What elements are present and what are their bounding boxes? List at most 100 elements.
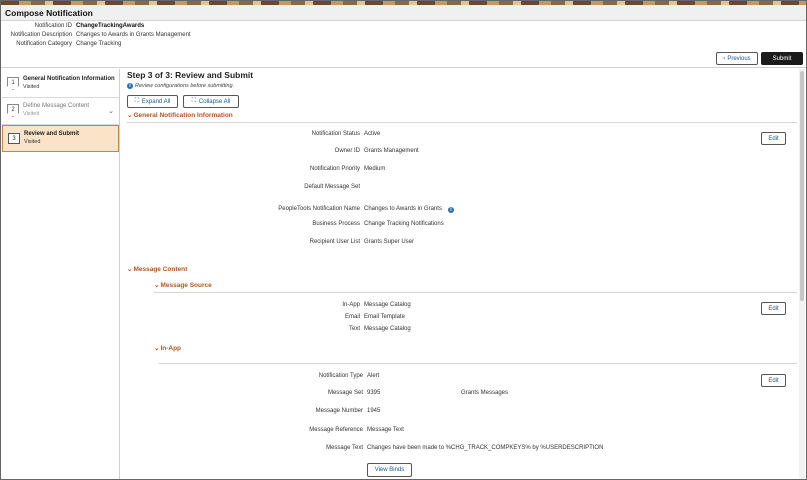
field-row: Message Set bbox=[121, 390, 363, 399]
field-row: Notification Type bbox=[121, 373, 363, 382]
header-row-notification-id: Notification ID ChangeTrackingAwards bbox=[1, 23, 261, 32]
view-binds-button[interactable]: View Binds bbox=[367, 463, 412, 477]
sidebar-step-define-message[interactable]: 2 Define Message Content Visited ⌄ bbox=[2, 98, 119, 125]
chevron-down-icon[interactable]: ⌄ bbox=[108, 107, 114, 115]
expand-all-button[interactable]: ⛶ Expand All bbox=[127, 95, 178, 108]
field-row: Text bbox=[121, 326, 360, 335]
field-label: Owner ID bbox=[334, 148, 360, 154]
expand-all-label: Expand All bbox=[141, 98, 171, 105]
edit-message-source-button[interactable]: Edit bbox=[761, 302, 786, 315]
field-label: PeopleTools Notification Name bbox=[278, 206, 360, 212]
field-value: Grants Management bbox=[364, 148, 419, 154]
notification-category-value: Change Tracking bbox=[76, 41, 122, 47]
field-label: Notification Type bbox=[318, 373, 363, 379]
field-value: Grants Super User bbox=[364, 239, 415, 245]
field-row: Message Number bbox=[121, 408, 363, 417]
collapse-icon: ⛶ bbox=[191, 98, 196, 104]
edit-general-button[interactable]: Edit bbox=[761, 132, 786, 145]
sidebar-step-review-submit[interactable]: 3 Review and Submit Visited bbox=[2, 125, 119, 152]
field-value: Changes have been made to %CHG_TRACK_COM… bbox=[367, 445, 604, 451]
notification-description-value: Changes to Awards in Grants Management bbox=[76, 32, 191, 38]
field-value: Message Catalog bbox=[364, 326, 411, 332]
step-status: Visited bbox=[23, 111, 40, 117]
section-message-source-header[interactable]: ⌄Message Source bbox=[154, 281, 212, 289]
field-value: Change Tracking Notifications bbox=[364, 221, 444, 227]
submit-button[interactable]: Submit bbox=[761, 52, 803, 65]
field-row: Default Message Set bbox=[121, 184, 360, 193]
notification-description-label: Notification Description bbox=[10, 32, 72, 38]
section-message-content-header[interactable]: ⌄Message Content bbox=[127, 265, 187, 273]
vertical-scrollbar[interactable] bbox=[799, 69, 805, 479]
field-row: Email bbox=[121, 314, 360, 323]
chevron-down-icon: ⌄ bbox=[127, 266, 133, 273]
step-title: Define Message Content bbox=[23, 103, 90, 109]
info-icon[interactable]: i bbox=[448, 207, 454, 213]
field-label: Notification Priority bbox=[309, 166, 360, 172]
section-general-header[interactable]: ⌄General Notification Information bbox=[127, 111, 233, 119]
section-message-content-title: Message Content bbox=[133, 266, 188, 273]
field-value: Changes to Awards in Grants bbox=[364, 206, 442, 212]
step-number-badge: 2 bbox=[7, 104, 19, 117]
field-row: In-App bbox=[121, 302, 360, 311]
field-label: Message Reference bbox=[309, 427, 363, 433]
step-title: General Notification Information bbox=[23, 76, 115, 82]
field-label: Recipient User List bbox=[309, 239, 360, 245]
step-status: Visited bbox=[23, 84, 40, 90]
app-window: Compose Notification Notification ID Cha… bbox=[0, 0, 807, 480]
title-bar: Compose Notification bbox=[1, 5, 806, 21]
field-row: Owner ID bbox=[121, 148, 360, 157]
info-text: Review configurations before submitting. bbox=[135, 83, 235, 89]
info-message: i Review configurations before submittin… bbox=[127, 83, 234, 89]
header-row-description: Notification Description Changes to Awar… bbox=[1, 32, 261, 41]
step-sidebar: 1 General Notification Information Visit… bbox=[1, 69, 120, 479]
field-row: PeopleTools Notification Name bbox=[121, 206, 360, 215]
divider bbox=[154, 292, 797, 293]
field-row: Notification Priority bbox=[121, 166, 360, 175]
notification-category-label: Notification Category bbox=[16, 41, 72, 47]
chevron-down-icon: ⌄ bbox=[154, 345, 160, 352]
field-label: Message Set bbox=[327, 390, 363, 396]
field-label: Notification Status bbox=[311, 131, 360, 137]
field-row: Business Process bbox=[121, 221, 360, 230]
section-in-app-title: In-App bbox=[160, 345, 182, 352]
edit-in-app-button[interactable]: Edit bbox=[761, 374, 786, 387]
field-label: Message Text bbox=[326, 445, 363, 451]
divider bbox=[127, 122, 797, 123]
collapse-all-button[interactable]: ⛶ Collapse All bbox=[183, 95, 239, 108]
field-value: Message Text bbox=[367, 427, 404, 433]
field-label: Text bbox=[348, 326, 360, 332]
field-value-description: Grants Messages bbox=[461, 390, 509, 396]
field-label: Email bbox=[344, 314, 360, 320]
field-value: 1945 bbox=[367, 408, 381, 414]
field-row: Message Reference bbox=[121, 427, 363, 436]
field-value: Alert bbox=[367, 373, 380, 379]
field-value: Active bbox=[364, 131, 381, 137]
info-icon: i bbox=[127, 83, 133, 89]
divider bbox=[159, 363, 797, 364]
field-label: Default Message Set bbox=[304, 184, 360, 190]
previous-button-label: Previous bbox=[727, 55, 751, 62]
field-value: Message Catalog bbox=[364, 302, 411, 308]
field-label: Business Process bbox=[312, 221, 360, 227]
step-number-badge: 3 bbox=[8, 133, 20, 144]
field-label: Message Number bbox=[315, 408, 363, 414]
action-bar: ‹ Previous Submit bbox=[1, 50, 806, 68]
field-value: Email Template bbox=[364, 314, 405, 320]
field-label: In-App bbox=[342, 302, 360, 308]
section-in-app-header[interactable]: ⌄In-App bbox=[154, 344, 181, 352]
section-message-source-title: Message Source bbox=[160, 282, 212, 289]
previous-button[interactable]: ‹ Previous bbox=[716, 52, 758, 65]
expand-icon: ⛶ bbox=[134, 98, 139, 104]
scrollbar-thumb[interactable] bbox=[800, 71, 804, 301]
chevron-left-icon: ‹ bbox=[723, 55, 726, 62]
field-row: Message Text bbox=[121, 445, 363, 454]
section-general-title: General Notification Information bbox=[133, 112, 233, 119]
page-title: Compose Notification bbox=[5, 8, 93, 18]
step-title: Review and Submit bbox=[24, 131, 80, 137]
field-value: 9395 bbox=[367, 390, 381, 396]
sidebar-step-general[interactable]: 1 General Notification Information Visit… bbox=[2, 71, 119, 98]
main-content: Step 3 of 3: Review and Submit i Review … bbox=[121, 69, 798, 479]
header-row-category: Notification Category Change Tracking bbox=[1, 41, 261, 50]
chevron-down-icon: ⌄ bbox=[127, 112, 133, 119]
chevron-down-icon: ⌄ bbox=[154, 282, 160, 289]
